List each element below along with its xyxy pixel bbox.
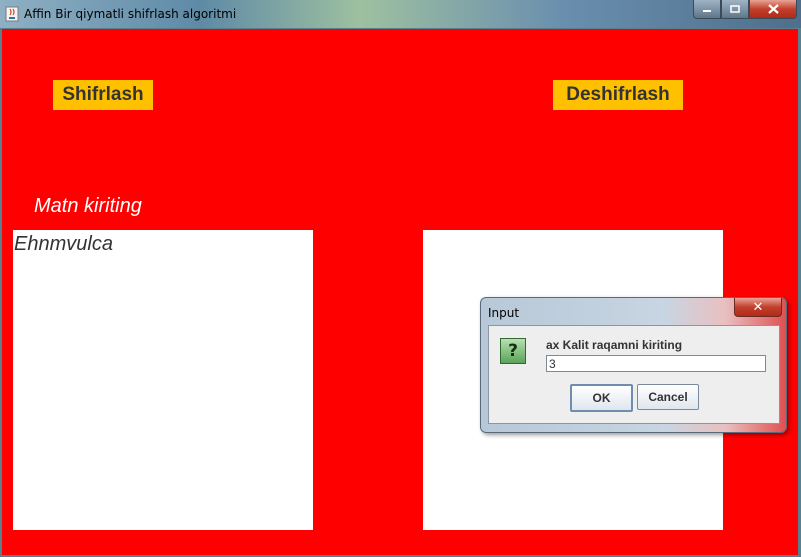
- close-button[interactable]: [749, 0, 797, 19]
- close-icon: ✕: [752, 299, 764, 315]
- key-input[interactable]: 3: [546, 355, 766, 372]
- input-text-value: Ehnmvulca: [14, 233, 113, 255]
- dialog-close-button[interactable]: ✕: [734, 298, 782, 317]
- input-prompt-label: Matn kiriting: [34, 195, 142, 217]
- question-icon: ?: [500, 338, 526, 364]
- input-text-area[interactable]: Ehnmvulca: [13, 230, 313, 530]
- dialog-body: ? ax Kalit raqamni kiriting 3 OK Cancel: [488, 325, 780, 424]
- minimize-icon: [703, 10, 711, 12]
- decrypt-button[interactable]: Deshifrlash: [553, 80, 683, 110]
- window-title: Affin Bir qiymatli shifrlash algoritmi: [24, 7, 237, 21]
- dialog-title: Input: [488, 306, 520, 320]
- java-cup-icon: [5, 6, 19, 22]
- encrypt-button[interactable]: Shifrlash: [53, 80, 153, 110]
- cancel-button[interactable]: Cancel: [637, 384, 699, 410]
- title-bar: Affin Bir qiymatli shifrlash algoritmi: [0, 0, 801, 28]
- close-icon: [767, 4, 779, 14]
- maximize-button[interactable]: [721, 0, 749, 19]
- maximize-icon: [730, 5, 740, 13]
- input-dialog: Input ✕ ? ax Kalit raqamni kiriting 3 OK…: [480, 297, 787, 433]
- minimize-button[interactable]: [693, 0, 721, 19]
- main-panel: Shifrlash Deshifrlash Matn kiriting Ehnm…: [2, 29, 798, 555]
- ok-button[interactable]: OK: [570, 384, 633, 412]
- dialog-message: ax Kalit raqamni kiriting: [546, 338, 683, 352]
